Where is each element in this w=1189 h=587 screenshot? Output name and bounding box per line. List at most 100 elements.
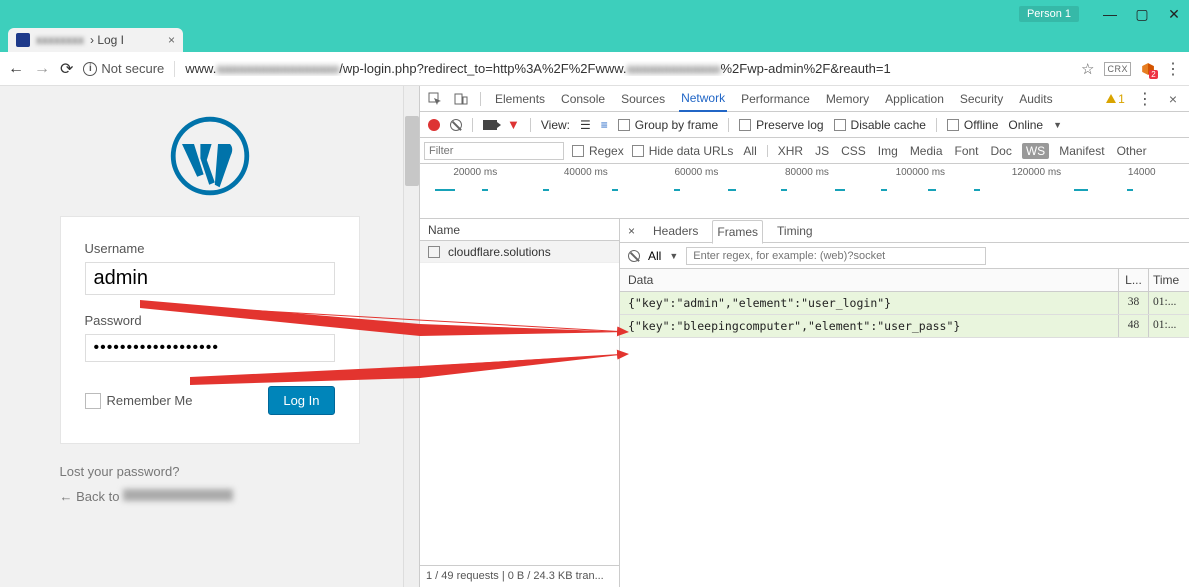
inspect-element-icon[interactable] [428, 92, 442, 106]
col-length[interactable]: L... [1119, 269, 1149, 291]
new-tab-button[interactable] [189, 34, 207, 52]
filter-toggle-icon[interactable]: ▼ [507, 117, 520, 132]
frames-filter-bar: All ▼ [620, 243, 1189, 269]
filter-ws[interactable]: WS [1022, 143, 1049, 159]
filter-all[interactable]: All [741, 144, 758, 158]
login-button[interactable]: Log In [268, 386, 334, 415]
screenshot-icon[interactable] [483, 120, 497, 130]
window-titlebar: Person 1 — ▢ ✕ [0, 0, 1189, 28]
checkbox-icon [85, 393, 101, 409]
col-data[interactable]: Data [620, 269, 1119, 291]
frames-all-select[interactable]: All [648, 249, 661, 263]
filter-input[interactable] [424, 142, 564, 160]
back-button[interactable]: ← [8, 60, 24, 78]
large-rows-icon[interactable]: ☰ [580, 118, 591, 132]
frame-len: 38 [1119, 292, 1149, 314]
timeline-overview[interactable]: 20000 ms 40000 ms 60000 ms 80000 ms 1000… [420, 164, 1189, 219]
filter-xhr[interactable]: XHR [776, 144, 805, 158]
filter-doc[interactable]: Doc [989, 144, 1014, 158]
menu-button[interactable]: ⋮ [1165, 59, 1181, 79]
warnings-badge[interactable]: 1 [1106, 92, 1125, 106]
filter-js[interactable]: JS [813, 144, 831, 158]
tab-application[interactable]: Application [883, 87, 946, 111]
frame-row[interactable]: {"key":"admin","element":"user_login"} 3… [620, 292, 1189, 315]
group-by-frame-checkbox[interactable]: Group by frame [618, 118, 718, 132]
tab-frames[interactable]: Frames [712, 220, 763, 244]
bookmark-star-icon[interactable]: ☆ [1081, 60, 1094, 78]
disable-cache-checkbox[interactable]: Disable cache [834, 118, 926, 132]
username-label: Username [85, 241, 335, 256]
hide-urls-checkbox[interactable]: Hide data URLs [632, 144, 734, 158]
remember-me-checkbox[interactable]: Remember Me [85, 393, 193, 409]
frame-data: {"key":"admin","element":"user_login"} [620, 292, 1119, 314]
disable-label: Disable cache [851, 118, 926, 132]
info-icon: i [83, 62, 97, 76]
tick: 100000 ms [896, 167, 945, 178]
device-toggle-icon[interactable] [454, 92, 468, 106]
filter-font[interactable]: Font [953, 144, 981, 158]
address-bar[interactable]: www.aaaaaaaaaaaaaaaaa/wp-login.php?redir… [185, 61, 1071, 76]
url-blurred-2: aaaaaaaaaaaaa [627, 61, 721, 76]
filter-css[interactable]: CSS [839, 144, 868, 158]
request-row[interactable]: cloudflare.solutions [420, 241, 619, 263]
url-mid: /wp-login.php?redirect_to=http%3A%2F%2Fw… [339, 61, 626, 76]
tab-memory[interactable]: Memory [824, 87, 871, 111]
filter-manifest[interactable]: Manifest [1057, 144, 1106, 158]
scrollbar-thumb[interactable] [405, 116, 419, 186]
tab-close-icon[interactable]: × [168, 33, 175, 47]
regex-checkbox[interactable]: Regex [572, 144, 624, 158]
tab-headers[interactable]: Headers [649, 220, 702, 242]
clear-frames-button[interactable] [628, 250, 640, 262]
filter-other[interactable]: Other [1115, 144, 1149, 158]
back-to-link[interactable]: ← Back to [60, 489, 120, 504]
tick: 20000 ms [453, 167, 497, 178]
record-button[interactable] [428, 119, 440, 131]
tab-security[interactable]: Security [958, 87, 1005, 111]
tab-audits[interactable]: Audits [1017, 87, 1054, 111]
chevron-down-icon[interactable]: ▼ [1053, 120, 1062, 130]
preserve-log-checkbox[interactable]: Preserve log [739, 118, 823, 132]
crx-badge[interactable]: CRX [1104, 62, 1131, 76]
close-button[interactable]: ✕ [1167, 6, 1181, 23]
devtools-close-button[interactable]: × [1165, 91, 1181, 107]
login-links: Lost your password? ← Back to [60, 464, 360, 514]
reload-button[interactable]: ⟳ [60, 59, 73, 79]
clear-button[interactable] [450, 119, 462, 131]
profile-chip[interactable]: Person 1 [1019, 6, 1079, 22]
checkbox-icon [428, 246, 440, 258]
minimize-button[interactable]: — [1103, 6, 1117, 23]
frames-regex-input[interactable] [686, 247, 986, 265]
tab-timing[interactable]: Timing [773, 220, 817, 242]
extension-cube-icon[interactable]: 2 [1141, 62, 1155, 76]
tab-strip: xxxxxxxx › Log I × [0, 28, 1189, 52]
filter-bar: Regex Hide data URLs All XHR JS CSS Img … [420, 138, 1189, 164]
close-detail-button[interactable]: × [628, 224, 639, 238]
chevron-down-icon[interactable]: ▼ [669, 251, 678, 261]
devtools-menu-button[interactable]: ⋮ [1137, 89, 1153, 109]
col-time[interactable]: Time [1149, 269, 1189, 291]
lost-password-link[interactable]: Lost your password? [60, 464, 360, 479]
security-indicator[interactable]: i Not secure [83, 61, 164, 76]
filter-media[interactable]: Media [908, 144, 945, 158]
browser-tab[interactable]: xxxxxxxx › Log I × [8, 28, 183, 52]
frame-row[interactable]: {"key":"bleepingcomputer","element":"use… [620, 315, 1189, 338]
forward-button[interactable]: → [34, 60, 50, 78]
username-field[interactable] [85, 262, 335, 295]
view-label: View: [541, 118, 570, 132]
filter-img[interactable]: Img [876, 144, 900, 158]
tab-network[interactable]: Network [679, 86, 727, 112]
frame-time: 01:... [1149, 292, 1189, 314]
tab-performance[interactable]: Performance [739, 87, 812, 111]
frame-len: 48 [1119, 315, 1149, 337]
tab-elements[interactable]: Elements [493, 87, 547, 111]
tab-sources[interactable]: Sources [619, 87, 667, 111]
offline-checkbox[interactable]: Offline [947, 118, 998, 132]
throttle-select[interactable]: Online [1008, 118, 1043, 132]
maximize-button[interactable]: ▢ [1135, 6, 1149, 23]
password-field[interactable] [85, 334, 335, 362]
waterfall-toggle-icon[interactable]: ≡ [601, 118, 608, 132]
column-name[interactable]: Name [420, 219, 619, 241]
scrollbar[interactable] [403, 86, 419, 587]
wordpress-logo-icon [170, 116, 250, 196]
tab-console[interactable]: Console [559, 87, 607, 111]
